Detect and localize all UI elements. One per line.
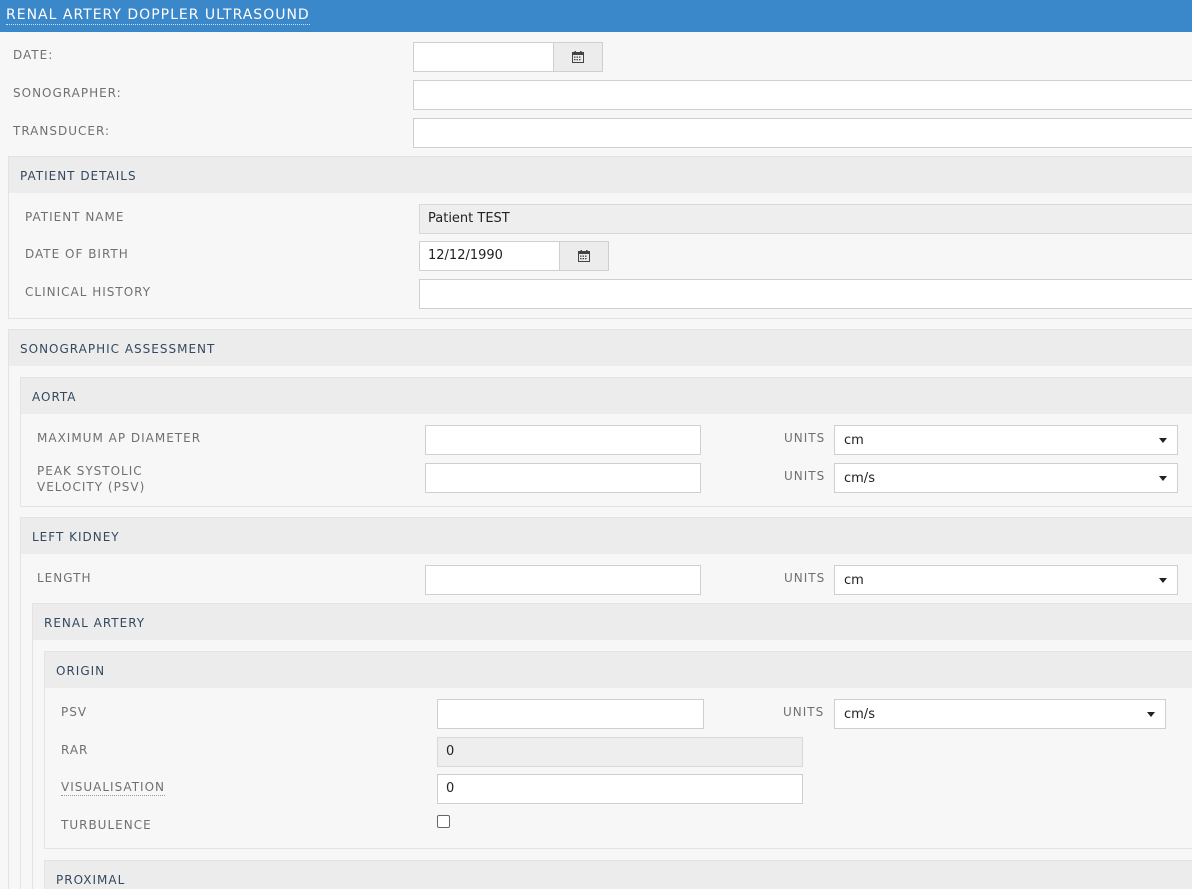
origin-psv-units-select[interactable]: cm/s	[834, 699, 1166, 729]
proximal-heading: PROXIMAL	[56, 873, 126, 887]
patient-name-field: Patient TEST	[419, 204, 1192, 234]
visualisation-input[interactable]: 0	[437, 774, 803, 804]
sonographer-label: SONOGRAPHER:	[13, 86, 122, 100]
left-kidney-heading: LEFT KIDNEY	[32, 530, 120, 544]
chevron-down-icon	[1159, 578, 1167, 583]
clinical-history-input[interactable]	[419, 279, 1192, 309]
turbulence-checkbox[interactable]	[437, 815, 450, 828]
peak-systolic-velocity-label-line1: PEAK SYSTOLIC	[37, 464, 143, 478]
chevron-down-icon	[1159, 438, 1167, 443]
psv-units-value: cm/s	[844, 471, 875, 486]
date-input[interactable]	[413, 42, 554, 72]
kidney-length-units-select[interactable]: cm	[834, 565, 1178, 595]
origin-psv-units-value: cm/s	[844, 707, 875, 722]
chevron-down-icon	[1159, 476, 1167, 481]
aorta-header: AORTA	[21, 378, 1192, 414]
rar-field: 0	[437, 737, 803, 767]
title-bar: RENAL ARTERY DOPPLER ULTRASOUND	[0, 0, 1192, 32]
max-ap-diameter-input[interactable]	[425, 425, 701, 455]
visualisation-label[interactable]: VISUALISATION	[61, 779, 165, 796]
proximal-header: PROXIMAL	[45, 861, 1192, 889]
max-ap-units-label: UNITS	[784, 431, 826, 445]
date-of-birth-calendar-button[interactable]	[560, 241, 609, 271]
kidney-length-input[interactable]	[425, 565, 701, 595]
calendar-icon	[578, 250, 590, 262]
max-ap-diameter-label: MAXIMUM AP DIAMETER	[37, 431, 202, 445]
transducer-input[interactable]	[413, 118, 1192, 148]
left-kidney-header: LEFT KIDNEY	[21, 518, 1192, 554]
transducer-label: TRANSDUCER:	[13, 124, 110, 138]
max-ap-units-value: cm	[844, 433, 864, 448]
date-of-birth-input[interactable]: 12/12/1990	[419, 241, 560, 271]
origin-heading: ORIGIN	[56, 664, 106, 678]
renal-artery-heading: RENAL ARTERY	[44, 616, 146, 630]
date-label: DATE:	[13, 48, 54, 62]
patient-name-label: PATIENT NAME	[25, 210, 125, 224]
origin-header: ORIGIN	[45, 652, 1192, 688]
sonographic-assessment-header: SONOGRAPHIC ASSESSMENT	[9, 330, 1192, 366]
calendar-icon	[572, 51, 584, 63]
psv-units-label: UNITS	[784, 469, 826, 483]
origin-psv-units-label: UNITS	[783, 705, 825, 719]
rar-label: RAR	[61, 743, 89, 757]
renal-artery-header: RENAL ARTERY	[33, 604, 1192, 640]
date-calendar-button[interactable]	[554, 42, 603, 72]
kidney-length-label: LENGTH	[37, 571, 92, 585]
peak-systolic-velocity-input[interactable]	[425, 463, 701, 493]
sonographer-input[interactable]	[413, 80, 1192, 110]
sonographic-assessment-heading: SONOGRAPHIC ASSESSMENT	[20, 342, 216, 356]
max-ap-units-select[interactable]: cm	[834, 425, 1178, 455]
date-of-birth-label: DATE OF BIRTH	[25, 247, 129, 261]
page-title: RENAL ARTERY DOPPLER ULTRASOUND	[6, 7, 310, 25]
origin-psv-input[interactable]	[437, 699, 704, 729]
clinical-history-label: CLINICAL HISTORY	[25, 285, 152, 299]
peak-systolic-velocity-label-line2: VELOCITY (PSV)	[37, 480, 146, 494]
origin-psv-label: PSV	[61, 705, 88, 719]
psv-units-select[interactable]: cm/s	[834, 463, 1178, 493]
turbulence-label: TURBULENCE	[61, 818, 152, 832]
patient-details-header: PATIENT DETAILS	[9, 157, 1192, 193]
patient-details-heading: PATIENT DETAILS	[20, 169, 137, 183]
aorta-heading: AORTA	[32, 390, 77, 404]
chevron-down-icon	[1147, 712, 1155, 717]
kidney-length-units-value: cm	[844, 573, 864, 588]
kidney-length-units-label: UNITS	[784, 571, 826, 585]
